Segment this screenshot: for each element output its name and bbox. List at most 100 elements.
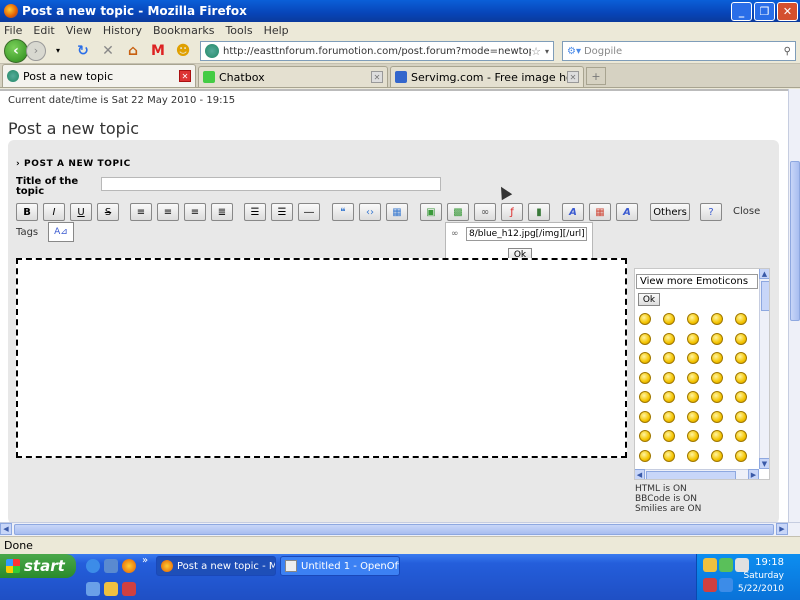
emoticon-icon[interactable] bbox=[687, 391, 699, 403]
quote-button[interactable]: ❝ bbox=[332, 203, 354, 221]
emoticon-icon[interactable] bbox=[687, 449, 699, 462]
minimize-button[interactable]: _ bbox=[731, 1, 752, 21]
emoticon-icon[interactable] bbox=[735, 313, 747, 325]
emoticon-hscroll-thumb[interactable] bbox=[646, 471, 736, 479]
tab-post-new-topic[interactable]: Post a new topic ✕ bbox=[2, 64, 196, 87]
menu-help[interactable]: Help bbox=[264, 24, 289, 37]
url-text[interactable]: http://easttnforum.forumotion.com/post.f… bbox=[223, 46, 531, 57]
emoticon-icon[interactable] bbox=[711, 430, 723, 442]
url-bar[interactable]: http://easttnforum.forumotion.com/post.f… bbox=[200, 41, 554, 61]
close-tab-icon[interactable]: ✕ bbox=[179, 70, 191, 82]
emoticon-icon[interactable] bbox=[639, 391, 651, 403]
tags-button[interactable]: A⊿ bbox=[48, 222, 74, 242]
hscroll-left-arrow-icon[interactable]: ◀ bbox=[0, 523, 12, 535]
emoticon-icon[interactable] bbox=[711, 352, 723, 364]
underline-button[interactable]: U bbox=[70, 203, 92, 221]
align-left-button[interactable]: ≡ bbox=[130, 203, 152, 221]
page-horizontal-scrollbar[interactable]: ◀ ▶ bbox=[0, 522, 800, 536]
emoticon-icon[interactable] bbox=[663, 430, 675, 442]
back-button[interactable]: ‹ bbox=[4, 38, 28, 63]
hscroll-right-arrow-icon[interactable]: ▶ bbox=[776, 523, 788, 535]
italic-button[interactable]: I bbox=[43, 203, 65, 221]
bookmark-star-icon[interactable]: ☆ bbox=[531, 45, 541, 58]
emoticon-icon[interactable] bbox=[711, 371, 723, 384]
image-button[interactable]: ▩ bbox=[447, 203, 469, 221]
emoticon-icon[interactable] bbox=[639, 371, 651, 384]
emoticon-icon[interactable] bbox=[687, 332, 699, 345]
url-dropdown-icon[interactable]: ▾ bbox=[545, 47, 549, 56]
tray-icon[interactable] bbox=[719, 558, 733, 572]
emoticon-hscrollbar[interactable]: ◀ ▶ bbox=[635, 469, 759, 479]
emoticon-icon[interactable] bbox=[711, 449, 723, 462]
emoticon-icon[interactable] bbox=[735, 410, 747, 423]
emoticon-icon[interactable] bbox=[687, 410, 699, 423]
emoticon-icon[interactable] bbox=[735, 391, 747, 403]
emoticon-icon[interactable] bbox=[639, 449, 651, 462]
emoticon-icon[interactable] bbox=[663, 352, 675, 364]
emoticon-icon[interactable] bbox=[711, 391, 723, 403]
code-button[interactable]: ‹› bbox=[359, 203, 381, 221]
horizontal-rule-button[interactable]: ― bbox=[298, 203, 320, 221]
start-button[interactable]: start bbox=[0, 554, 76, 578]
emoticon-icon[interactable] bbox=[639, 410, 651, 423]
close-tab-icon[interactable]: ✕ bbox=[371, 71, 383, 83]
emoticon-icon[interactable] bbox=[639, 313, 651, 325]
emoticon-icon[interactable] bbox=[687, 352, 699, 364]
flash-button[interactable]: ƒ bbox=[501, 203, 523, 221]
align-right-button[interactable]: ≡ bbox=[184, 203, 206, 221]
search-input[interactable]: Dogpile bbox=[584, 46, 784, 57]
scroll-up-arrow-icon[interactable]: ▲ bbox=[759, 269, 769, 279]
firefox-quicklaunch-icon[interactable] bbox=[122, 559, 136, 573]
close-toolbar-link[interactable]: Close bbox=[733, 206, 760, 217]
media-icon[interactable] bbox=[122, 582, 136, 596]
menu-history[interactable]: History bbox=[103, 24, 142, 37]
emoticon-icon[interactable] bbox=[711, 332, 723, 345]
history-dropdown-icon[interactable]: ▾ bbox=[48, 41, 68, 61]
tray-icon[interactable] bbox=[735, 558, 749, 572]
table-button[interactable]: ▦ bbox=[386, 203, 408, 221]
emoticon-icon[interactable] bbox=[663, 371, 675, 384]
page-vertical-scrollbar[interactable] bbox=[788, 89, 800, 522]
menu-bookmarks[interactable]: Bookmarks bbox=[153, 24, 214, 37]
clock-time[interactable]: 19:18 bbox=[755, 557, 784, 568]
justify-button[interactable]: ≣ bbox=[211, 203, 233, 221]
menu-edit[interactable]: Edit bbox=[33, 24, 54, 37]
tab-servimg[interactable]: Servimg.com - Free image hosting servi..… bbox=[390, 66, 584, 87]
scroll-down-arrow-icon[interactable]: ▼ bbox=[759, 458, 769, 469]
emoticon-icon[interactable] bbox=[735, 449, 747, 462]
emoticons-ok-button[interactable]: Ok bbox=[638, 293, 660, 306]
host-image-button[interactable]: ▣ bbox=[420, 203, 442, 221]
tray-icon[interactable] bbox=[703, 558, 717, 572]
tray-icon[interactable] bbox=[703, 578, 717, 592]
emoticon-icon[interactable] bbox=[711, 313, 723, 325]
video-button[interactable]: ▮ bbox=[528, 203, 550, 221]
menu-view[interactable]: View bbox=[66, 24, 92, 37]
search-engine-icon[interactable]: ⚙▾ bbox=[567, 46, 581, 57]
link-button[interactable]: ∞ bbox=[474, 203, 496, 221]
color-button[interactable]: ▦ bbox=[589, 203, 611, 221]
emoticon-icon[interactable] bbox=[687, 371, 699, 384]
emoticon-icon[interactable] bbox=[735, 371, 747, 384]
numbered-list-button[interactable]: ☰ bbox=[271, 203, 293, 221]
home-icon[interactable]: ⌂ bbox=[123, 41, 143, 61]
message-editor[interactable] bbox=[16, 258, 627, 458]
emoticon-scroll-thumb[interactable] bbox=[761, 281, 769, 311]
emoticon-icon[interactable] bbox=[711, 410, 723, 423]
yahoo-messenger-icon[interactable]: ☻ bbox=[173, 41, 193, 61]
topic-title-input[interactable] bbox=[101, 177, 441, 191]
emoticon-icon[interactable] bbox=[687, 313, 699, 325]
font-face-button[interactable]: A bbox=[616, 203, 638, 221]
stop-icon[interactable]: ✕ bbox=[98, 41, 118, 61]
gmail-icon[interactable]: M bbox=[148, 41, 168, 61]
emoticon-icon[interactable] bbox=[663, 391, 675, 403]
emoticon-icon[interactable] bbox=[735, 332, 747, 345]
font-size-button[interactable]: A bbox=[562, 203, 584, 221]
strike-button[interactable]: S bbox=[97, 203, 119, 221]
emoticon-icon[interactable] bbox=[639, 332, 651, 345]
emoticon-icon[interactable] bbox=[663, 449, 675, 462]
reload-icon[interactable]: ↻ bbox=[73, 41, 93, 61]
mail-icon[interactable] bbox=[104, 582, 118, 596]
menu-tools[interactable]: Tools bbox=[225, 24, 252, 37]
emoticon-icon[interactable] bbox=[639, 430, 651, 442]
new-tab-button[interactable]: + bbox=[586, 67, 606, 85]
